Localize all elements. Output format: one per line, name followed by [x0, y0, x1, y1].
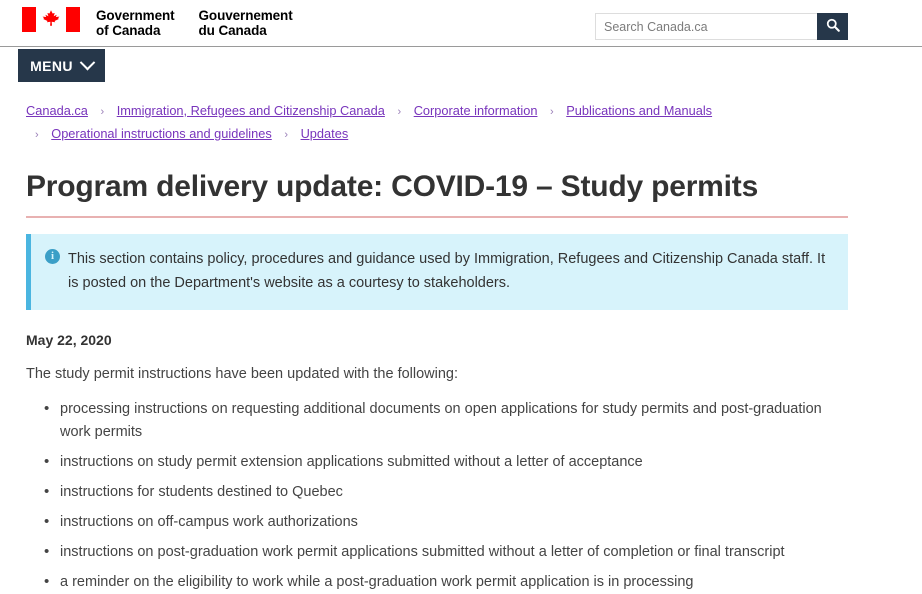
breadcrumb: Canada.ca › Immigration, Refugees and Ci…	[26, 100, 726, 146]
chevron-down-icon	[79, 54, 96, 71]
update-date: May 22, 2020	[26, 332, 112, 348]
policy-notice-text: This section contains policy, procedures…	[68, 251, 826, 291]
breadcrumb-item-corporate-information[interactable]: Corporate information	[414, 103, 538, 118]
breadcrumb-separator: ›	[550, 106, 554, 118]
breadcrumb-separator: ›	[284, 129, 288, 141]
list-item: a reminder on the eligibility to work wh…	[44, 570, 848, 594]
search-input[interactable]	[595, 13, 817, 40]
breadcrumb-item-canada-ca[interactable]: Canada.ca	[26, 103, 88, 118]
breadcrumb-separator: ›	[100, 106, 105, 118]
goc-wordmark-fr: Gouvernement du Canada	[198, 8, 293, 38]
page-title: Program delivery update: COVID-19 – Stud…	[26, 170, 848, 218]
list-item: instructions on post-graduation work per…	[44, 540, 848, 564]
list-item: instructions for students destined to Qu…	[44, 480, 848, 504]
intro-paragraph: The study permit instructions have been …	[26, 366, 459, 382]
breadcrumb-item-updates[interactable]: Updates	[301, 126, 349, 141]
search-button[interactable]	[817, 13, 848, 40]
site-search[interactable]	[595, 13, 848, 40]
menu-bar: MENU	[0, 48, 922, 86]
goc-brand[interactable]: Government of Canada Gouvernement du Can…	[22, 7, 293, 38]
list-item: processing instructions on requesting ad…	[44, 397, 848, 444]
menu-button-label: MENU	[30, 57, 73, 74]
breadcrumb-item-operational-instructions[interactable]: Operational instructions and guidelines	[51, 126, 272, 141]
menu-button[interactable]: MENU	[18, 49, 105, 82]
info-icon: i	[45, 249, 60, 264]
breadcrumb-item-publications-and-manuals[interactable]: Publications and Manuals	[566, 103, 712, 118]
breadcrumb-separator: ›	[35, 129, 39, 141]
list-item: instructions on off-campus work authoriz…	[44, 510, 848, 534]
breadcrumb-item-ircc[interactable]: Immigration, Refugees and Citizenship Ca…	[117, 103, 385, 118]
goc-wordmark: Government of Canada Gouvernement du Can…	[96, 7, 293, 38]
main-content: Program delivery update: COVID-19 – Stud…	[26, 170, 848, 594]
canada-flag-icon	[22, 7, 80, 32]
policy-notice-box: i This section contains policy, procedur…	[26, 234, 848, 310]
update-list: processing instructions on requesting ad…	[26, 397, 848, 594]
search-icon	[826, 18, 840, 35]
global-header: Government of Canada Gouvernement du Can…	[0, 0, 922, 50]
list-item: instructions on study permit extension a…	[44, 450, 848, 474]
breadcrumb-separator: ›	[397, 106, 402, 118]
goc-wordmark-en: Government of Canada	[96, 8, 175, 38]
header-divider	[0, 46, 922, 47]
